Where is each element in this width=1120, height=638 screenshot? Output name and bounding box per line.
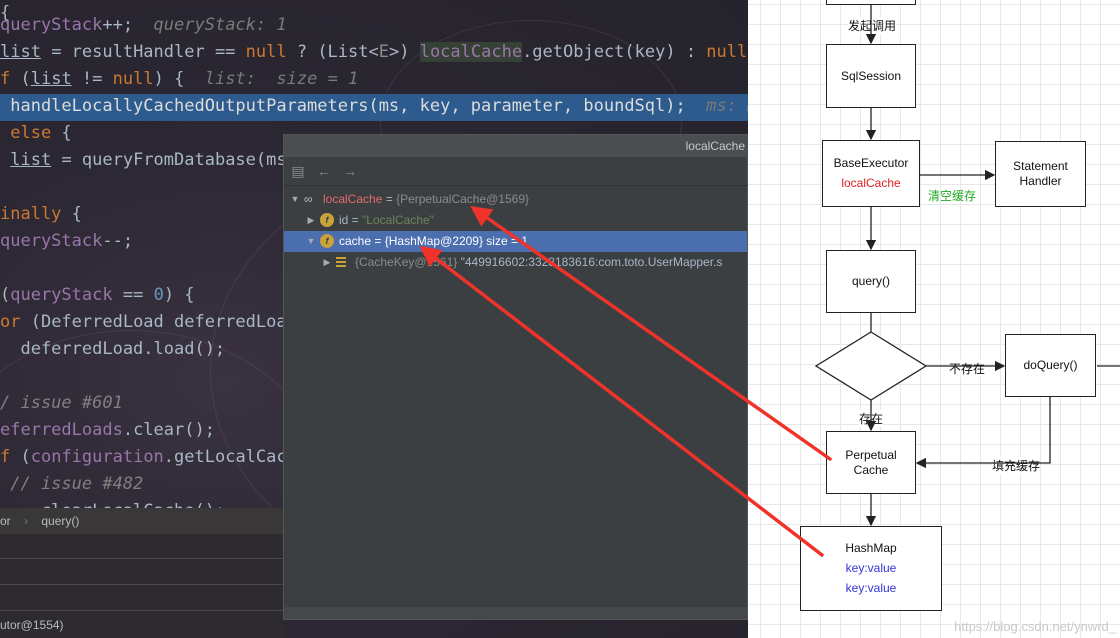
do-query-node: doQuery() xyxy=(1005,334,1096,397)
popup-title: localCache xyxy=(685,139,745,153)
key-value-entry: key:value xyxy=(845,561,897,575)
fill-cache-label: 填充缓存 xyxy=(992,457,1041,474)
divider xyxy=(0,584,284,585)
code-line: handleLocallyCachedOutputParameters(ms, … xyxy=(0,96,748,116)
invoke-label: 发起调用 xyxy=(848,17,897,34)
query-node: query() xyxy=(826,250,916,313)
code-line: eferredLoads.clear(); xyxy=(0,420,215,440)
code-line: deferredLoad.load(); xyxy=(0,339,226,359)
breadcrumb-separator: › xyxy=(24,514,29,528)
code-line: queryStack--; xyxy=(0,231,134,251)
variable-inspector-popup[interactable]: localCache ▤ ← → ▼ ∞ localCache = {Perpetu… xyxy=(283,134,749,620)
popup-title-bar[interactable]: localCache xyxy=(284,135,749,157)
forward-arrow-icon[interactable]: → xyxy=(342,163,358,179)
tree-row[interactable]: ▼ f cache = {HashMap@2209} size = 1 xyxy=(284,231,747,252)
tree-row-text: cache = {HashMap@2209} size = 1 xyxy=(339,234,528,248)
caller-node xyxy=(826,0,916,5)
divider xyxy=(0,610,284,611)
frame-status-text: utor@1554) xyxy=(0,618,64,632)
map-entry-icon xyxy=(336,257,346,267)
code-line: or (DeferredLoad deferredLoad xyxy=(0,312,297,332)
tree-row[interactable]: ▼ ∞ localCache = {PerpetualCache@1569} xyxy=(284,189,747,210)
code-line: // issue #482 xyxy=(0,474,144,494)
breadcrumb-item[interactable]: or xyxy=(0,514,11,528)
code-line: list = resultHandler == null ? (List<E>)… xyxy=(0,42,748,62)
collapsed-arrow-icon[interactable]: ▶ xyxy=(306,210,316,231)
code-line: queryStack++; queryStack: 1 xyxy=(0,15,287,35)
field-icon: f xyxy=(320,234,334,248)
back-arrow-icon[interactable]: ← xyxy=(316,163,332,179)
watch-icon: ∞ xyxy=(304,192,313,206)
expanded-arrow-icon[interactable]: ▼ xyxy=(306,231,316,252)
code-line: f (list != null) { list: size = 1 xyxy=(0,69,359,89)
breadcrumb-item[interactable]: query() xyxy=(41,514,79,528)
tree-row-text: localCache = {PerpetualCache@1569} xyxy=(323,192,530,206)
code-line: f (configuration.getLocalCach xyxy=(0,447,297,467)
sqlsession-node: SqlSession xyxy=(826,44,916,108)
horizontal-scrollbar[interactable] xyxy=(284,607,747,619)
tree-row[interactable]: ▶ f id = "LocalCache" xyxy=(284,210,747,231)
local-cache-label: localCache xyxy=(841,176,901,190)
tree-row-text: id = "LocalCache" xyxy=(339,213,434,227)
code-line: list = queryFromDatabase(ms xyxy=(10,150,287,170)
tree-view-icon[interactable]: ▤ xyxy=(290,163,306,179)
flowchart-canvas: 发起调用 SqlSession BaseExecutor localCache … xyxy=(748,0,1120,638)
code-line: (queryStack == 0) { xyxy=(0,285,195,305)
clear-cache-label: 清空缓存 xyxy=(928,189,977,203)
divider xyxy=(0,558,284,559)
exist-label: 存在 xyxy=(859,410,884,427)
code-line: else { xyxy=(0,123,72,143)
collapsed-arrow-icon[interactable]: ▶ xyxy=(322,252,332,273)
cache-decision-node: 是否已有缓存 xyxy=(832,359,905,374)
expanded-arrow-icon[interactable]: ▼ xyxy=(290,189,300,210)
popup-toolbar: ▤ ← → xyxy=(284,157,749,186)
not-exist-label: 不存在 xyxy=(949,360,986,377)
base-executor-node: BaseExecutor localCache xyxy=(822,140,920,207)
code-line: / issue #601 xyxy=(0,393,123,413)
key-value-entry: key:value xyxy=(845,581,897,595)
watermark: https://blog.csdn.net/ynwrd_ xyxy=(954,619,1116,634)
perpetual-cache-node: Perpetual Cache xyxy=(826,431,916,494)
breadcrumb: or › query() xyxy=(0,508,300,534)
tree-row[interactable]: ▶ {CacheKey@1561} "449916602:3328183616:c… xyxy=(284,252,747,273)
tree-row-text: {CacheKey@1561} "449916602:3328183616:co… xyxy=(355,255,723,269)
hashmap-node: HashMap key:value key:value xyxy=(800,526,942,611)
code-line: inally { xyxy=(0,204,82,224)
statement-handler-node: Statement Handler xyxy=(995,141,1086,207)
field-icon: f xyxy=(320,213,334,227)
